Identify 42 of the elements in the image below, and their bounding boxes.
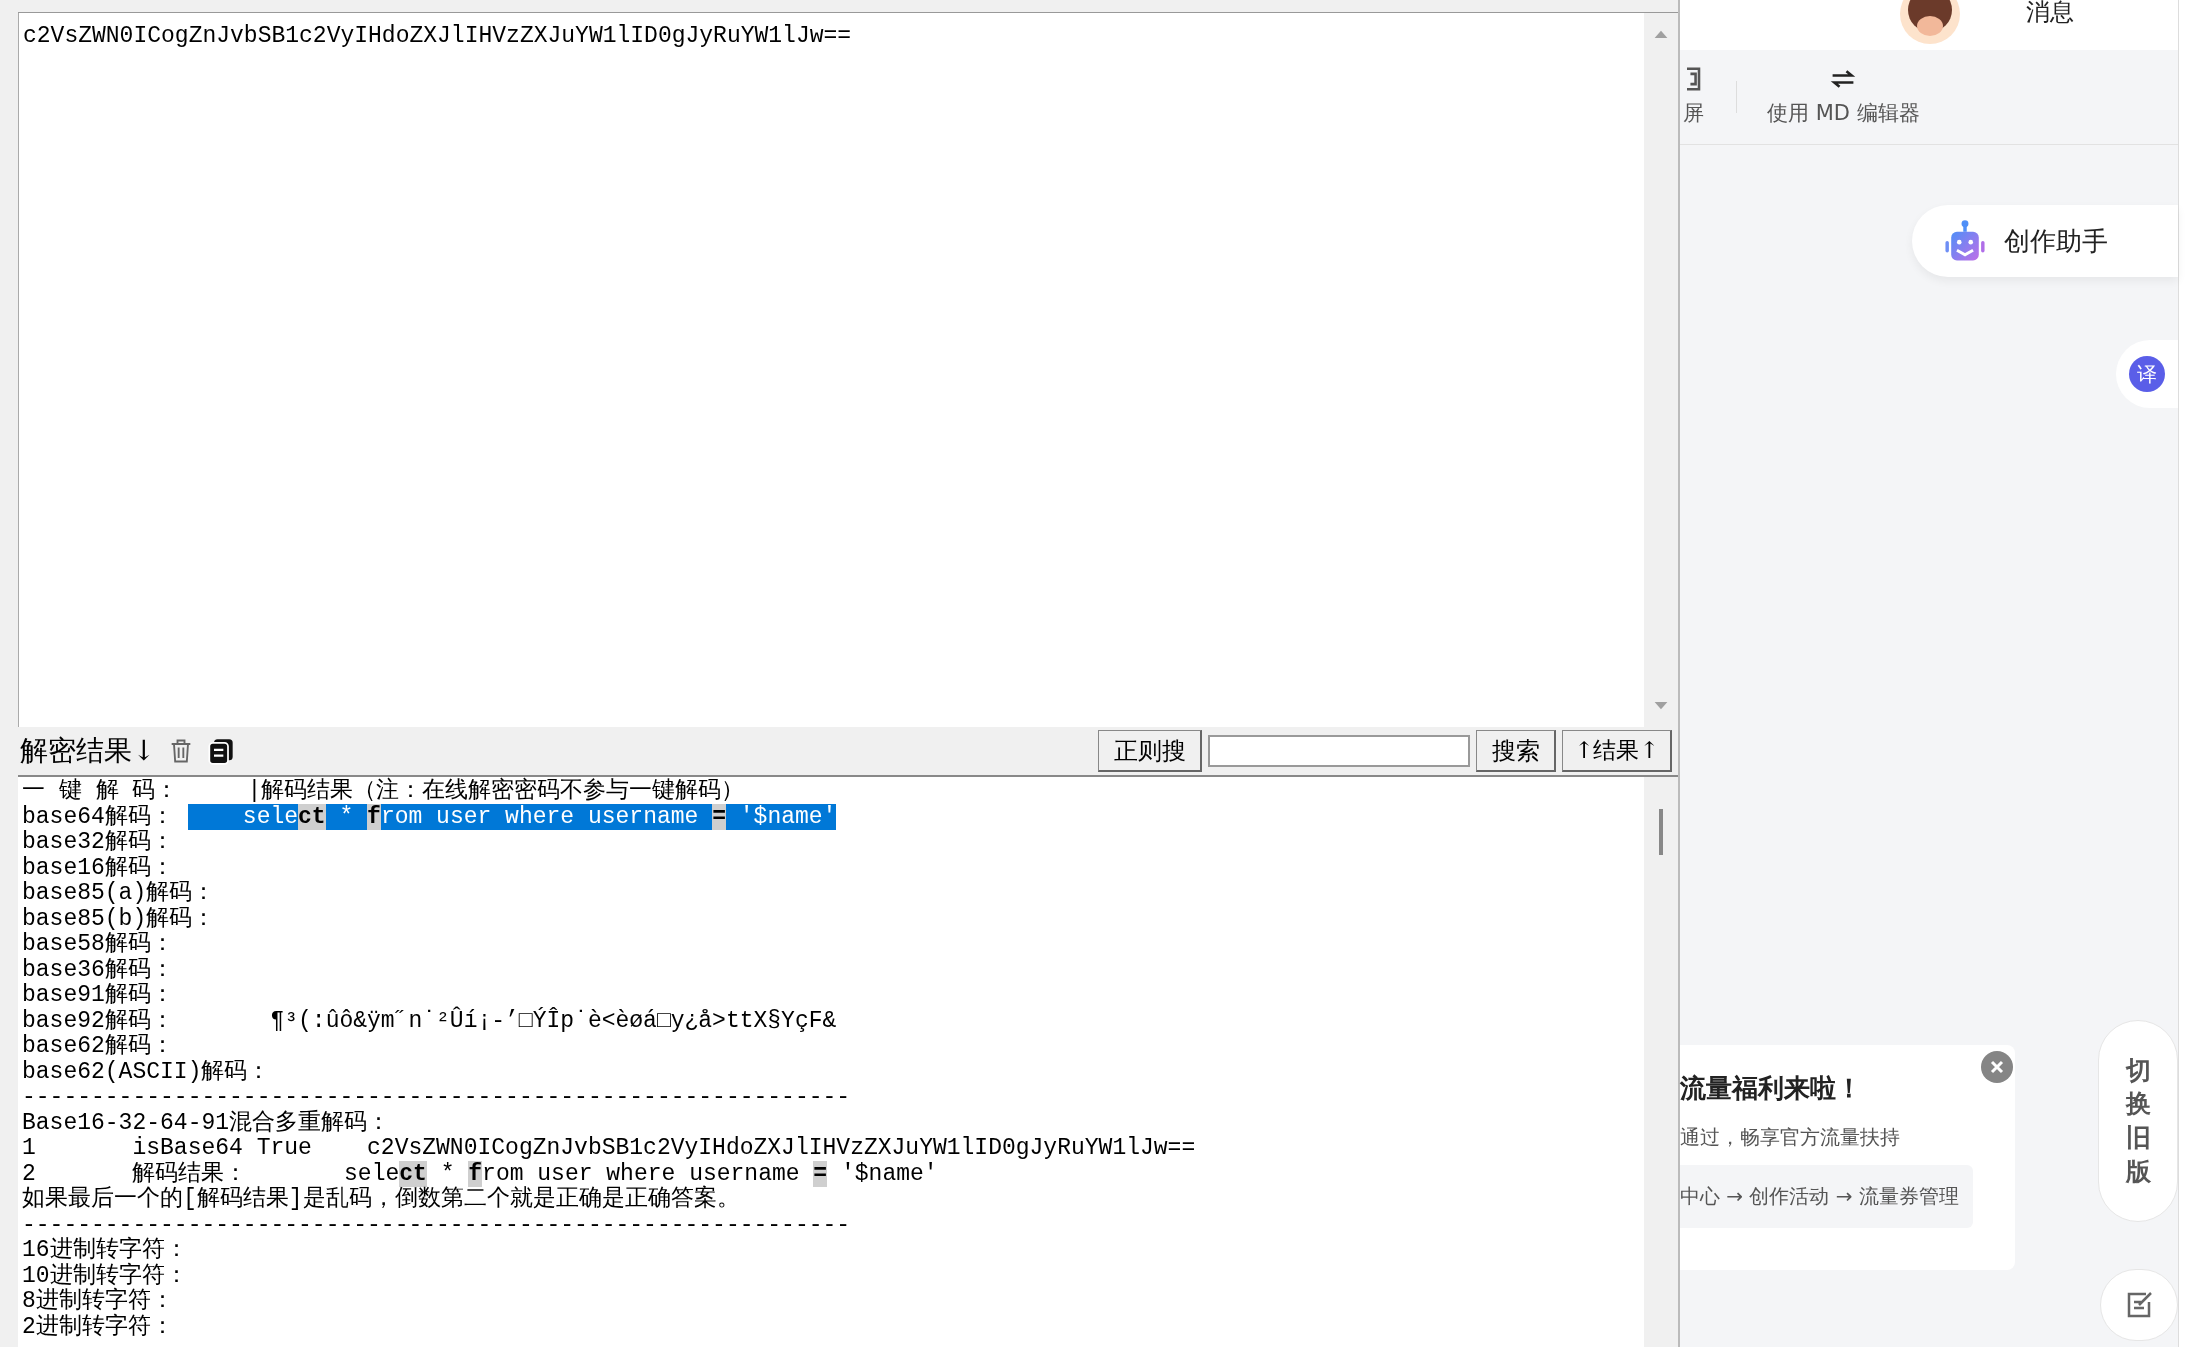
copy-icon[interactable] [207, 737, 236, 765]
card-text: 通过，畅享官方流量扶持 [1680, 1124, 1901, 1151]
output-line: 如果最后一个的[解码结果]是乱码，倒数第二个就是正确是正确答案。 [22, 1187, 740, 1213]
output-line: base36解码： [22, 957, 174, 983]
avatar-icon[interactable] [1900, 0, 1960, 44]
robot-icon [1942, 218, 1988, 264]
output-line: base58解码： [22, 932, 174, 958]
output-line: Base16-32-64-91混合多重解码： [22, 1110, 391, 1136]
scroll-thumb[interactable] [1659, 809, 1663, 855]
output-line: 1 isBase64 True c2VsZWN0ICogZnJvbSB1c2VyIHdoZXJlIHVzZXJuYW1lID0gJyRuYW1lJw== [22, 1136, 1196, 1161]
search-button[interactable]: 搜索 [1476, 730, 1556, 772]
md-editor-button[interactable]: 使用 MD 编辑器 [1767, 67, 1920, 127]
input-field[interactable]: c2VsZWN0ICogZnJvbSB1c2VyIHdoZXJlIHVzZXJuYW1lID0gJyRuYW1lJw== [18, 13, 1644, 727]
translate-button[interactable]: 译 [2116, 340, 2178, 408]
menu-path: 中心 → 创作活动 → 流量券管理 [1680, 1165, 1973, 1228]
output-line: 一 键 解 码： |解码结果（注：在线解密密码不参与一键解码） [22, 779, 745, 805]
output-line: base32解码： [22, 830, 174, 856]
output-line: ------------------------------------------------------------ [22, 1085, 851, 1110]
output-line: 16进制转字符： [22, 1238, 188, 1263]
output-line: base64解码： select * from user where username = '$name' [22, 804, 837, 830]
scroll-down-icon[interactable] [1653, 701, 1669, 711]
regex-search-button[interactable]: 正则搜 [1098, 730, 1202, 772]
card-title: 流量福利来啦！ [1680, 1072, 1863, 1105]
output-line: base62解码： [22, 1034, 174, 1060]
assistant-button[interactable]: 创作助手 [1912, 205, 2178, 277]
output-line: base85(b)解码： [22, 906, 216, 932]
search-field[interactable] [1208, 735, 1470, 767]
results-button[interactable]: ↑结果↑ [1562, 730, 1672, 772]
scroll-up-icon[interactable] [1653, 29, 1669, 39]
output-line: base92解码： ¶³(:ûô&ÿm˝n˙²Ûí¡-’□ÝÎp˙è<èøá□y¿å>ttX§YçF& [22, 1008, 837, 1034]
output-line: 8进制转字符： [22, 1289, 174, 1314]
swap-icon [1830, 67, 1857, 91]
output-line: base62(ASCII)解码： [22, 1059, 271, 1085]
output-line: base85(a)解码： [22, 881, 216, 907]
close-icon[interactable] [1981, 1051, 2013, 1083]
old-version-button[interactable]: 切换旧版 [2098, 1020, 2178, 1222]
results-label: 解密结果↓ [20, 733, 156, 769]
output-line: base16解码： [22, 855, 174, 881]
messages-link[interactable]: 消息 [2026, 0, 2074, 24]
output-line: base91解码： [22, 983, 174, 1009]
output-line: 2进制转字符： [22, 1314, 174, 1340]
fullscreen-button[interactable]: 屏 [1680, 67, 1706, 127]
